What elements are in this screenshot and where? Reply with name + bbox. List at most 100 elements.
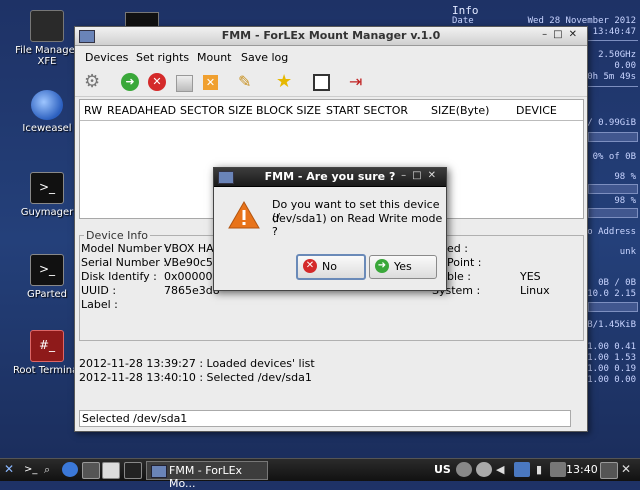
- minimize-icon[interactable]: –: [401, 170, 412, 181]
- disk-cancel-icon[interactable]: ✕: [203, 75, 218, 90]
- tray-icon[interactable]: [550, 462, 566, 477]
- conky-time-value: 13:40:47: [592, 27, 636, 37]
- right-value-4: Linux: [520, 284, 550, 297]
- model-label: Model Number :: [81, 242, 169, 255]
- yes-button-label: Yes: [394, 260, 412, 273]
- toolbar: ⚙ ➜ ✕ ✕ ✎ ★ ⇥: [75, 68, 587, 97]
- yes-button[interactable]: ➜ Yes: [369, 255, 437, 279]
- menu-icon[interactable]: ✕: [4, 462, 20, 477]
- dialog-message-line-2: dev/sda1) on Read Write mode ?: [272, 212, 443, 238]
- conky-date-value: Wed 28 November 2012: [527, 16, 636, 26]
- conky-bar: [588, 132, 638, 142]
- save-icon[interactable]: [313, 74, 330, 91]
- desktop-icon-file-manager[interactable]: File Manager XFE: [10, 10, 84, 67]
- taskbar: ✕ >_ ⌕ FMM - ForLEx Mo... US ◀ ▮ 13:40 ✕: [0, 458, 640, 490]
- task-label: FMM - ForLEx Mo...: [169, 464, 243, 490]
- power-icon[interactable]: ✕: [621, 462, 637, 477]
- close-icon[interactable]: ✕: [569, 29, 583, 40]
- conky-load-row: 1.00 0.41: [587, 342, 636, 352]
- terminal-small-icon[interactable]: [124, 462, 142, 479]
- conky-net-b: 10.0 2.15: [587, 289, 636, 299]
- conky-percent-a: 98 %: [614, 172, 636, 182]
- menu-save-log[interactable]: Save log: [241, 51, 288, 64]
- desktop-icon-label: GParted: [27, 289, 67, 300]
- col-size[interactable]: SIZE(Byte): [431, 104, 489, 117]
- keyboard-layout[interactable]: US: [434, 463, 451, 476]
- no-icon: ✕: [303, 259, 317, 273]
- tools-icon[interactable]: ✎: [238, 73, 256, 91]
- disk-identify-label: Disk Identify :: [81, 270, 157, 283]
- show-desktop-icon[interactable]: [102, 462, 120, 479]
- desktop-icon-gparted[interactable]: >_ GParted: [10, 254, 84, 300]
- confirm-dialog: FMM - Are you sure ? –□✕ Do you want to …: [213, 167, 447, 291]
- menu-set-rights[interactable]: Set rights: [136, 51, 189, 64]
- col-sector-size[interactable]: SECTOR SIZE: [180, 104, 253, 117]
- window-title: FMM - ForLEx Mount Manager v.1.0: [221, 29, 441, 42]
- right-label-2: Point :: [447, 256, 482, 269]
- cancel-icon[interactable]: ✕: [148, 73, 166, 91]
- terminal-icon: >_: [30, 254, 64, 286]
- col-device[interactable]: DEVICE: [516, 104, 557, 117]
- conky-value: 0.00: [614, 61, 636, 71]
- exit-icon[interactable]: ⇥: [349, 73, 367, 91]
- folder-icon[interactable]: [82, 462, 100, 479]
- no-button[interactable]: ✕ No: [296, 254, 366, 280]
- terminal-icon: >_: [30, 172, 64, 204]
- col-readahead[interactable]: READAHEAD: [107, 104, 176, 117]
- maximize-icon[interactable]: □: [412, 170, 427, 181]
- conky-unk: unk: [619, 247, 636, 257]
- dialog-titlebar[interactable]: FMM - Are you sure ? –□✕: [214, 168, 446, 187]
- refresh-icon[interactable]: ➜: [121, 73, 139, 91]
- yes-icon: ➜: [375, 259, 389, 273]
- col-block-size[interactable]: BLOCK SIZE: [256, 104, 321, 117]
- serial-label: Serial Number :: [81, 256, 168, 269]
- uuid-label: UUID :: [81, 284, 117, 297]
- maximize-icon[interactable]: □: [553, 29, 568, 40]
- col-start-sector[interactable]: START SECTOR: [326, 104, 408, 117]
- desktop-icon-iceweasel[interactable]: Iceweasel: [10, 90, 84, 134]
- conky-load-row: 1.00 0.00: [587, 375, 636, 385]
- tray-icon[interactable]: [476, 462, 492, 477]
- window-titlebar[interactable]: FMM - ForLEx Mount Manager v.1.0 –□✕: [75, 27, 587, 46]
- conky-net-a: 0B / 0B: [598, 278, 636, 288]
- desktop-icon-root-terminal[interactable]: #_ Root Terminal: [10, 330, 84, 376]
- uuid-value: 7865e3d8: [164, 284, 220, 297]
- tray-icon[interactable]: [456, 462, 472, 477]
- table-header: RW READAHEAD SECTOR SIZE BLOCK SIZE STAR…: [80, 100, 583, 121]
- gear-icon[interactable]: ⚙: [84, 73, 102, 91]
- task-button-fmm[interactable]: FMM - ForLEx Mo...: [146, 461, 268, 490]
- conky-load-row: 1.00 1.53: [587, 353, 636, 363]
- dialog-controls: –□✕: [401, 170, 442, 181]
- desktop-icon-guymager[interactable]: >_ Guymager: [10, 172, 84, 218]
- conky-uptime: 0h 5m 49s: [587, 72, 636, 82]
- conky-bar: [588, 184, 638, 194]
- warning-icon: [228, 200, 260, 229]
- display-icon[interactable]: [600, 462, 618, 479]
- minimize-icon[interactable]: –: [542, 29, 553, 40]
- network-icon[interactable]: [514, 462, 530, 477]
- menu-devices[interactable]: Devices: [85, 51, 128, 64]
- conky-percent-of: 0% of 0B: [592, 152, 636, 162]
- conky-date-label: Date: [452, 16, 474, 26]
- taskbar-clock[interactable]: 13:40: [566, 463, 598, 476]
- col-rw[interactable]: RW: [84, 104, 102, 117]
- terminal-icon[interactable]: >_: [24, 462, 40, 477]
- app-icon: [151, 465, 167, 478]
- close-icon[interactable]: ✕: [428, 170, 442, 181]
- disk-icon[interactable]: [176, 75, 193, 92]
- disk-identify-value: 0x000000: [164, 270, 220, 283]
- right-value-3: YES: [520, 270, 541, 283]
- device-info-legend: Device Info: [84, 229, 150, 242]
- menu-mount[interactable]: Mount: [197, 51, 231, 64]
- conky-load-row: 1.00 0.19: [587, 364, 636, 374]
- desktop-icon-label: Root Terminal: [12, 365, 82, 376]
- root-terminal-icon: #_: [30, 330, 64, 362]
- serial-value: VBe90c5c: [164, 256, 219, 269]
- search-icon[interactable]: ⌕: [44, 462, 60, 477]
- browser-icon[interactable]: [62, 462, 78, 477]
- right-label-3: ble :: [447, 270, 472, 283]
- star-icon[interactable]: ★: [276, 73, 294, 91]
- window-controls: –□✕: [542, 29, 583, 40]
- volume-icon[interactable]: ◀: [496, 462, 512, 477]
- conky-bar: [588, 302, 638, 312]
